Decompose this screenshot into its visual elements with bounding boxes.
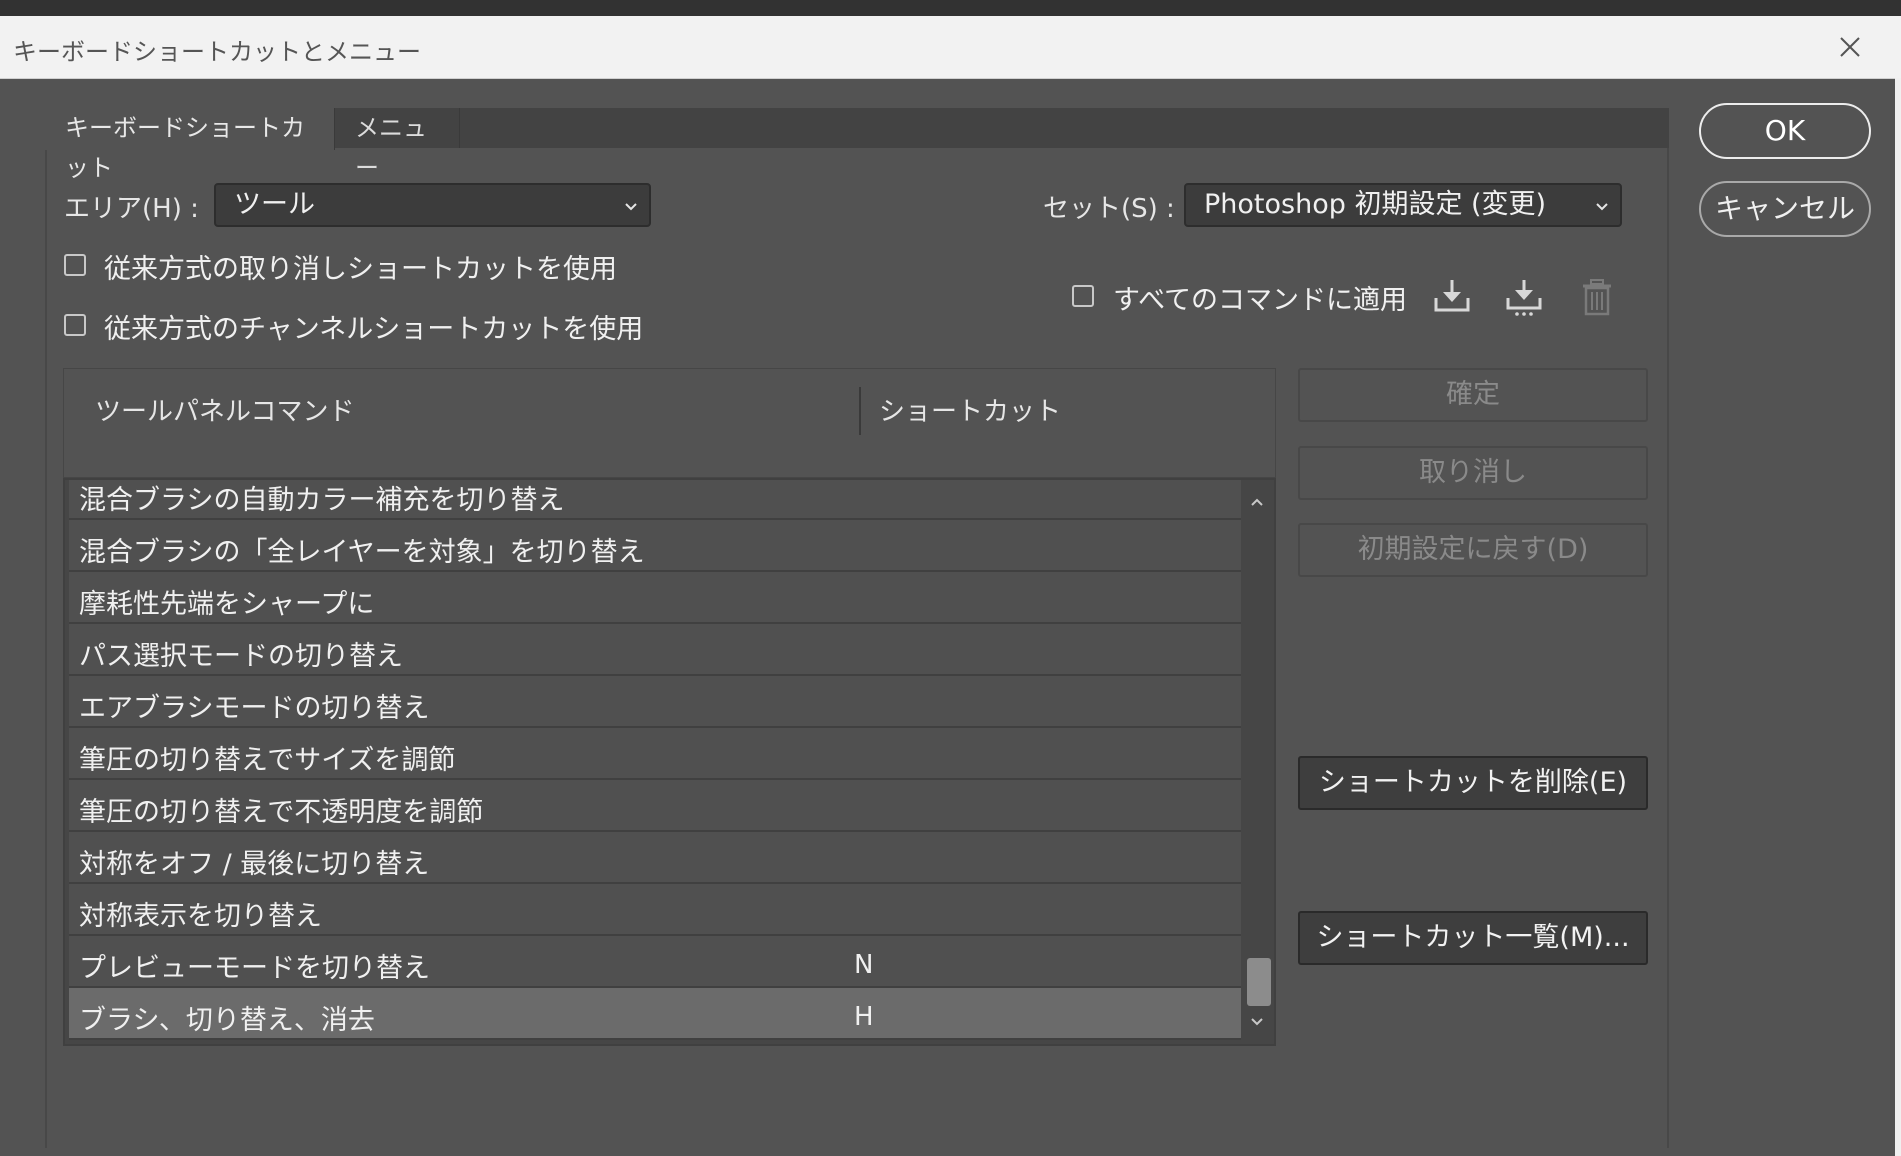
- table-row[interactable]: 筆圧の切り替えでサイズを調節: [69, 728, 1241, 780]
- save-set-icon[interactable]: [1431, 276, 1473, 318]
- row-shortcut[interactable]: N: [854, 950, 873, 980]
- row-command: エアブラシモードの切り替え: [79, 693, 430, 724]
- legacy-channel-checkbox[interactable]: [64, 314, 86, 336]
- table-row[interactable]: 混合ブラシの「全レイヤーを対象」を切り替え: [69, 520, 1241, 572]
- table-scrollbar[interactable]: [1242, 480, 1272, 1044]
- table-row[interactable]: パス選択モードの切り替え: [69, 624, 1241, 676]
- row-command: プレビューモードを切り替え: [79, 953, 430, 984]
- table-row[interactable]: ブラシ、切り替え、消去 H: [69, 988, 1241, 1040]
- row-shortcut[interactable]: H: [854, 1002, 874, 1032]
- use-default-button[interactable]: 初期設定に戻す(D): [1298, 523, 1648, 577]
- row-command: 筆圧の切り替えでサイズを調節: [79, 745, 456, 776]
- shortcut-rows: 混合ブラシの自動カラー補充を切り替え混合ブラシの「全レイヤーを対象」を切り替え摩…: [69, 480, 1241, 1040]
- row-command: 混合ブラシの「全レイヤーを対象」を切り替え: [79, 537, 645, 568]
- column-command-header[interactable]: ツールパネルコマンド: [95, 391, 354, 428]
- area-label: エリア(H) :: [64, 194, 199, 224]
- set-select-value: Photoshop 初期設定 (変更): [1204, 189, 1547, 220]
- legacy-undo-checkbox[interactable]: [64, 254, 86, 276]
- scroll-down-icon[interactable]: [1249, 1014, 1265, 1030]
- row-command: 混合ブラシの自動カラー補充を切り替え: [79, 485, 565, 516]
- set-select[interactable]: Photoshop 初期設定 (変更): [1184, 183, 1622, 227]
- chevron-down-icon: [1596, 203, 1608, 211]
- save-set-as-icon[interactable]: [1503, 276, 1545, 318]
- table-row[interactable]: 対称をオフ / 最後に切り替え: [69, 832, 1241, 884]
- trash-icon[interactable]: [1576, 276, 1618, 318]
- title-bar: キーボードショートカットとメニュー: [0, 16, 1901, 79]
- scroll-thumb[interactable]: [1247, 958, 1271, 1006]
- column-divider[interactable]: [859, 387, 861, 435]
- table-row[interactable]: 混合ブラシの自動カラー補充を切り替え: [69, 480, 1241, 520]
- chevron-down-icon: [625, 203, 637, 211]
- row-command: パス選択モードの切り替え: [79, 641, 403, 672]
- ok-button[interactable]: OK: [1699, 103, 1871, 159]
- apply-all-checkbox[interactable]: [1072, 285, 1094, 307]
- shortcuts-table: 混合ブラシの自動カラー補充を切り替え混合ブラシの「全レイヤーを対象」を切り替え摩…: [63, 478, 1276, 1046]
- table-row[interactable]: 対称表示を切り替え: [69, 884, 1241, 936]
- row-command: 対称をオフ / 最後に切り替え: [79, 849, 430, 880]
- apply-all-label: すべてのコマンドに適用: [1113, 285, 1408, 316]
- row-command: ブラシ、切り替え、消去: [79, 1005, 375, 1036]
- summarize-button[interactable]: ショートカット一覧(M)...: [1298, 911, 1648, 965]
- area-select-value: ツール: [234, 189, 315, 220]
- row-command: 摩耗性先端をシャープに: [79, 589, 375, 620]
- table-row[interactable]: 摩耗性先端をシャープに: [69, 572, 1241, 624]
- dialog-title: キーボードショートカットとメニュー: [13, 38, 421, 66]
- table-row[interactable]: 筆圧の切り替えで不透明度を調節: [69, 780, 1241, 832]
- area-select[interactable]: ツール: [214, 183, 651, 227]
- row-command: 対称表示を切り替え: [79, 901, 322, 932]
- scroll-up-icon[interactable]: [1249, 494, 1265, 510]
- column-shortcut-header[interactable]: ショートカット: [879, 391, 1061, 428]
- cancel-button[interactable]: キャンセル: [1699, 181, 1871, 237]
- set-label: セット(S) :: [1043, 194, 1175, 224]
- legacy-channel-label: 従来方式のチャンネルショートカットを使用: [104, 314, 644, 345]
- table-row[interactable]: エアブラシモードの切り替え: [69, 676, 1241, 728]
- table-row[interactable]: プレビューモードを切り替え N: [69, 936, 1241, 988]
- accept-button[interactable]: 確定: [1298, 368, 1648, 422]
- shortcuts-table-header: ツールパネルコマンド ショートカット: [63, 368, 1276, 478]
- undo-button[interactable]: 取り消し: [1298, 446, 1648, 500]
- delete-shortcut-button[interactable]: ショートカットを削除(E): [1298, 756, 1648, 810]
- tab-menus[interactable]: メニュー: [335, 108, 460, 182]
- tab-keyboard-shortcuts[interactable]: キーボードショートカット: [45, 108, 335, 182]
- tab-bar: キーボードショートカット メニュー: [45, 108, 1669, 182]
- close-icon[interactable]: [1833, 30, 1867, 64]
- row-command: 筆圧の切り替えで不透明度を調節: [79, 797, 484, 828]
- window-edge: [1895, 78, 1901, 1156]
- legacy-undo-label: 従来方式の取り消しショートカットを使用: [104, 254, 617, 285]
